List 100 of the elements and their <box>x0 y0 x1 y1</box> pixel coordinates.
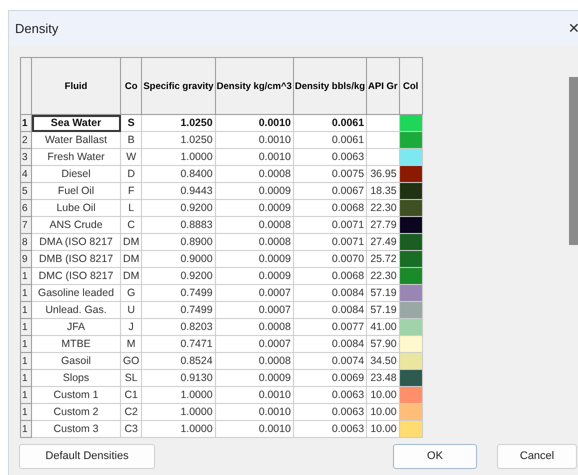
table-cell[interactable]: MTBE <box>32 336 120 352</box>
table-cell[interactable]: 0.0067 <box>293 182 367 200</box>
dialog-button[interactable]: Default Densities <box>19 444 155 468</box>
table-cell[interactable]: DMA (ISO 8217 <box>32 234 120 250</box>
table-cell[interactable]: 0.7471 <box>142 336 216 352</box>
table-cell[interactable]: 57.19 <box>366 302 400 318</box>
color-swatch[interactable] <box>400 285 422 301</box>
table-cell[interactable]: G <box>120 284 142 302</box>
table-cell[interactable]: 0.0068 <box>293 200 367 216</box>
table-cell[interactable]: Fresh Water <box>32 148 120 166</box>
table-cell[interactable]: 36.95 <box>366 166 400 182</box>
table-cell[interactable]: 0.0010 <box>215 420 294 438</box>
color-swatch[interactable] <box>400 149 422 165</box>
table-cell[interactable]: S <box>120 114 142 132</box>
table-cell[interactable] <box>366 114 400 132</box>
table-cell[interactable] <box>366 148 400 166</box>
table-cell[interactable]: 0.0084 <box>293 284 367 302</box>
table-cell[interactable]: JFA <box>32 318 120 336</box>
table-cell[interactable]: Gasoil <box>32 352 120 370</box>
color-swatch[interactable] <box>400 302 422 318</box>
table-cell[interactable]: 1.0000 <box>142 404 216 420</box>
table-cell[interactable]: 0.7499 <box>142 302 216 318</box>
table-cell[interactable]: J <box>120 318 142 336</box>
table-cell[interactable]: 0.0084 <box>293 336 367 352</box>
table-cell[interactable]: 10.00 <box>366 420 400 438</box>
table-cell[interactable]: 0.0007 <box>215 336 294 352</box>
table-cell[interactable]: 0.0007 <box>215 302 294 318</box>
color-swatch[interactable] <box>400 217 422 233</box>
table-cell[interactable]: 0.0063 <box>293 148 367 166</box>
table-cell[interactable]: 0.0010 <box>215 132 294 148</box>
color-swatch[interactable] <box>400 319 422 335</box>
table-cell[interactable]: 57.19 <box>366 284 400 302</box>
table-cell[interactable]: GO <box>120 352 142 370</box>
table-cell[interactable]: 0.9130 <box>142 370 216 386</box>
table-cell[interactable]: 27.79 <box>366 216 400 234</box>
color-swatch[interactable] <box>400 234 422 250</box>
table-cell[interactable]: 0.0061 <box>293 114 367 132</box>
color-swatch[interactable] <box>400 166 422 182</box>
table-cell[interactable]: 0.0075 <box>293 166 367 182</box>
color-swatch[interactable] <box>400 183 422 199</box>
table-cell[interactable]: 0.0084 <box>293 302 367 318</box>
table-cell[interactable]: 41.00 <box>366 318 400 336</box>
table-cell[interactable]: D <box>120 166 142 182</box>
table-cell[interactable]: 1.0250 <box>142 132 216 148</box>
table-cell[interactable]: 0.0063 <box>293 386 367 404</box>
table-cell[interactable]: 18.35 <box>366 182 400 200</box>
table-cell[interactable]: W <box>120 148 142 166</box>
table-cell[interactable]: 0.0008 <box>215 352 294 370</box>
table-cell[interactable]: 1.0000 <box>142 148 216 166</box>
table-cell[interactable]: DM <box>120 234 142 250</box>
table-cell[interactable]: L <box>120 200 142 216</box>
color-swatch[interactable] <box>400 421 422 437</box>
table-cell[interactable]: 0.8524 <box>142 352 216 370</box>
table-cell[interactable]: 0.0009 <box>215 182 294 200</box>
table-cell[interactable]: 0.0063 <box>293 404 367 420</box>
table-cell[interactable]: F <box>120 182 142 200</box>
table-cell[interactable]: 34.50 <box>366 352 400 370</box>
table-cell[interactable]: 0.0008 <box>215 318 294 336</box>
table-cell[interactable]: ANS Crude <box>32 216 120 234</box>
table-cell[interactable]: 0.0008 <box>215 234 294 250</box>
table-cell[interactable]: SL <box>120 370 142 386</box>
table-cell[interactable]: C <box>120 216 142 234</box>
table-cell[interactable]: C1 <box>120 386 142 404</box>
table-cell[interactable]: 1.0000 <box>142 386 216 404</box>
table-cell[interactable]: 0.0069 <box>293 370 367 386</box>
table-cell[interactable]: 0.0009 <box>215 250 294 268</box>
table-cell[interactable]: C2 <box>120 404 142 420</box>
color-swatch[interactable] <box>400 200 422 216</box>
table-cell[interactable]: 0.8203 <box>142 318 216 336</box>
table-cell[interactable] <box>366 132 400 148</box>
color-swatch[interactable] <box>400 370 422 386</box>
color-swatch[interactable] <box>400 268 422 284</box>
color-swatch[interactable] <box>400 115 422 131</box>
color-swatch[interactable] <box>400 404 422 420</box>
table-cell[interactable]: 0.0074 <box>293 352 367 370</box>
table-cell[interactable]: 0.9443 <box>142 182 216 200</box>
table-cell[interactable]: 0.0061 <box>293 132 367 148</box>
table-cell[interactable]: 0.0007 <box>215 284 294 302</box>
scrollbar-thumb[interactable] <box>569 77 578 245</box>
table-cell[interactable]: 0.0009 <box>215 200 294 216</box>
table-cell[interactable]: 0.0008 <box>215 166 294 182</box>
table-cell[interactable]: 0.0068 <box>293 268 367 284</box>
table-cell[interactable]: Diesel <box>32 166 120 182</box>
table-cell[interactable]: 23.48 <box>366 370 400 386</box>
color-swatch[interactable] <box>400 387 422 403</box>
table-cell[interactable]: Unlead. Gas. <box>32 302 120 318</box>
table-cell[interactable]: Custom 3 <box>32 420 120 438</box>
table-cell[interactable]: 22.30 <box>366 200 400 216</box>
table-cell[interactable]: 0.0077 <box>293 318 367 336</box>
table-cell[interactable]: 22.30 <box>366 268 400 284</box>
table-cell[interactable]: M <box>120 336 142 352</box>
table-cell[interactable]: 0.0071 <box>293 216 367 234</box>
table-cell[interactable]: 0.0010 <box>215 148 294 166</box>
table-cell[interactable]: Lube Oil <box>32 200 120 216</box>
table-cell[interactable]: Sea Water <box>32 114 120 132</box>
color-swatch[interactable] <box>400 336 422 352</box>
table-cell[interactable]: Slops <box>32 370 120 386</box>
table-cell[interactable]: 10.00 <box>366 404 400 420</box>
table-cell[interactable]: 25.72 <box>366 250 400 268</box>
table-cell[interactable]: 0.9200 <box>142 268 216 284</box>
